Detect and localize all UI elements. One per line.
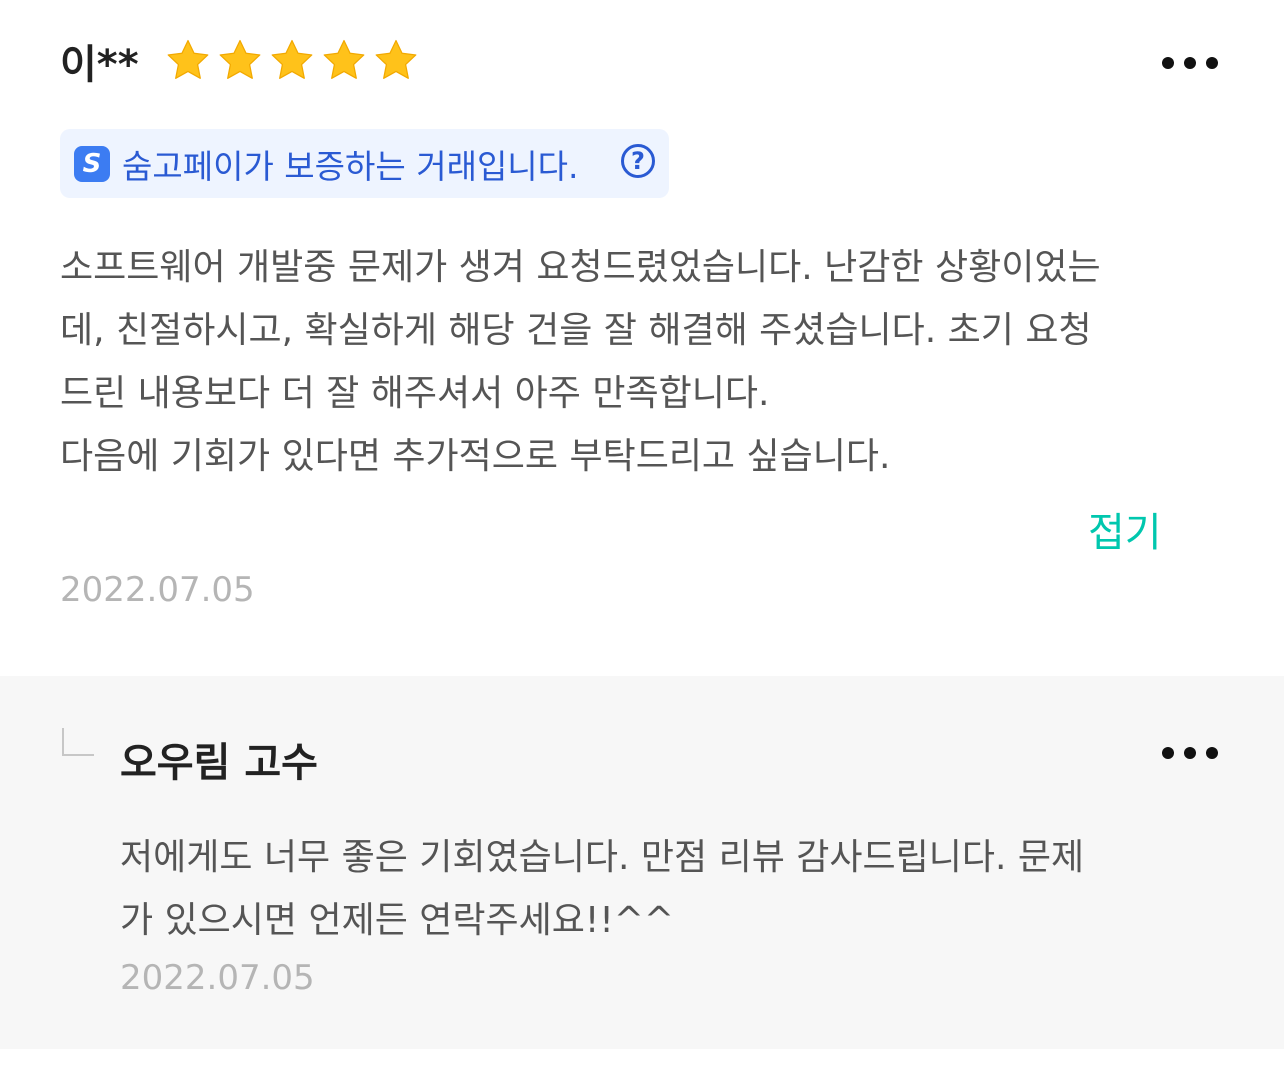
soomgo-pay-badge: S 숨고페이가 보증하는 거래입니다. ?	[60, 129, 669, 198]
star-rating	[163, 36, 421, 86]
reviewer-name: 이**	[60, 42, 139, 88]
reply-text-line: 가 있으시면 언제든 연락주세요!!^^	[120, 900, 675, 941]
review-card: 이** S 숨고페이가 보증하는 거래입니다. ? 소프트웨어 개발중 문제가 …	[0, 0, 1284, 676]
help-question-icon[interactable]: ?	[621, 144, 655, 178]
more-horizontal-icon	[1162, 747, 1174, 759]
more-horizontal-icon	[1184, 747, 1196, 759]
review-text: 소프트웨어 개발중 문제가 생겨 요청드렸었습니다. 난감한 상황이었는 데, …	[60, 236, 1224, 488]
review-date: 2022.07.05	[60, 570, 255, 610]
review-text-line: 소프트웨어 개발중 문제가 생겨 요청드렸었습니다. 난감한 상황이었는	[60, 247, 1101, 288]
more-horizontal-icon	[1206, 57, 1218, 69]
reply-indicator-icon	[62, 728, 94, 756]
reply-text-line: 저에게도 너무 좋은 기회였습니다. 만점 리뷰 감사드립니다. 문제	[120, 837, 1085, 878]
reply-more-options-button[interactable]	[1162, 733, 1218, 773]
star-icon	[167, 39, 209, 79]
pro-reply-card: 오우림 고수 저에게도 너무 좋은 기회였습니다. 만점 리뷰 감사드립니다. …	[0, 676, 1284, 1049]
review-text-line: 드린 내용보다 더 잘 해주셔서 아주 만족합니다.	[60, 373, 770, 414]
reply-text: 저에게도 너무 좋은 기회였습니다. 만점 리뷰 감사드립니다. 문제 가 있으…	[120, 826, 1220, 952]
collapse-button[interactable]: 접기	[1088, 500, 1162, 558]
reviewer-header: 이**	[60, 30, 421, 92]
review-text-line: 데, 친절하시고, 확실하게 해당 건을 잘 해결해 주셨습니다. 초기 요청	[60, 310, 1092, 351]
more-horizontal-icon	[1184, 57, 1196, 69]
star-icon	[271, 39, 313, 79]
more-horizontal-icon	[1206, 747, 1218, 759]
star-icon	[375, 39, 417, 79]
soomgo-pay-logo-icon: S	[74, 145, 110, 182]
review-text-line: 다음에 기회가 있다면 추가적으로 부탁드리고 싶습니다.	[60, 436, 891, 477]
pay-badge-text: 숨고페이가 보증하는 거래입니다.	[122, 146, 579, 186]
more-horizontal-icon	[1162, 57, 1174, 69]
star-icon	[219, 39, 261, 79]
reply-author-name: 오우림 고수	[120, 740, 318, 786]
star-icon	[323, 39, 365, 79]
review-more-options-button[interactable]	[1162, 43, 1218, 83]
reply-date: 2022.07.05	[120, 958, 315, 998]
